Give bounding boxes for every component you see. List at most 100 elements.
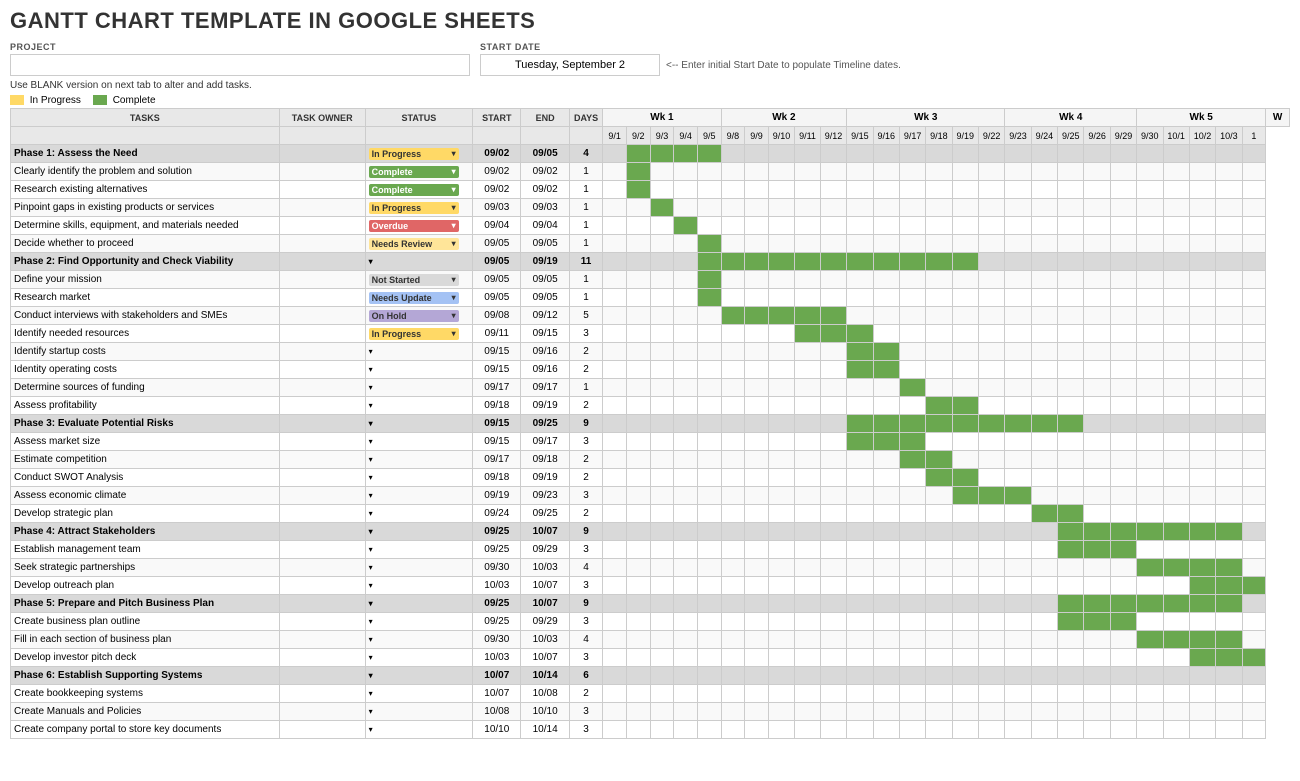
bar-cell xyxy=(1216,271,1242,289)
status-cell[interactable]: ▾ xyxy=(365,505,472,523)
dropdown-arrow-icon[interactable]: ▾ xyxy=(369,725,373,734)
dropdown-arrow-icon[interactable]: ▾ xyxy=(369,473,373,482)
dropdown-arrow-icon[interactable]: ▾ xyxy=(452,329,456,338)
status-cell[interactable]: ▾ xyxy=(365,397,472,415)
bar-cell xyxy=(926,631,952,649)
owner-cell xyxy=(279,703,365,721)
bar-cell xyxy=(1137,703,1163,721)
status-cell[interactable]: ▾ xyxy=(365,559,472,577)
dropdown-arrow-icon[interactable]: ▾ xyxy=(452,275,456,284)
dropdown-arrow-icon[interactable]: ▾ xyxy=(369,599,373,608)
status-cell[interactable]: Needs Review▾ xyxy=(365,235,472,253)
dropdown-arrow-icon[interactable]: ▾ xyxy=(369,581,373,590)
bar-cell xyxy=(1242,469,1266,487)
status-cell[interactable]: ▾ xyxy=(365,253,472,271)
status-cell[interactable]: ▾ xyxy=(365,631,472,649)
status-cell[interactable]: Complete▾ xyxy=(365,163,472,181)
dropdown-arrow-icon[interactable]: ▾ xyxy=(369,347,373,356)
dropdown-arrow-icon[interactable]: ▾ xyxy=(369,455,373,464)
bar-cell xyxy=(674,181,698,199)
status-cell[interactable]: ▾ xyxy=(365,487,472,505)
bar-cell xyxy=(626,397,650,415)
bar-cell xyxy=(1242,271,1266,289)
bar-cell xyxy=(1163,595,1189,613)
status-cell[interactable]: ▾ xyxy=(365,577,472,595)
status-cell[interactable]: ▾ xyxy=(365,595,472,613)
dropdown-arrow-icon[interactable]: ▾ xyxy=(452,311,456,320)
dropdown-arrow-icon[interactable]: ▾ xyxy=(452,185,456,194)
bar-cell xyxy=(745,523,769,541)
dropdown-arrow-icon[interactable]: ▾ xyxy=(452,221,456,230)
status-cell[interactable]: ▾ xyxy=(365,667,472,685)
status-cell[interactable]: ▾ xyxy=(365,685,472,703)
bar-cell xyxy=(650,685,674,703)
status-cell[interactable]: ▾ xyxy=(365,379,472,397)
dropdown-arrow-icon[interactable]: ▾ xyxy=(452,149,456,158)
dropdown-arrow-icon[interactable]: ▾ xyxy=(369,383,373,392)
dropdown-arrow-icon[interactable]: ▾ xyxy=(369,257,373,266)
dropdown-arrow-icon[interactable]: ▾ xyxy=(369,653,373,662)
status-cell[interactable]: ▾ xyxy=(365,343,472,361)
status-cell[interactable]: ▾ xyxy=(365,721,472,739)
start-cell: 09/25 xyxy=(473,613,521,631)
dropdown-arrow-icon[interactable]: ▾ xyxy=(369,437,373,446)
bar-cell xyxy=(1110,559,1136,577)
dropdown-arrow-icon[interactable]: ▾ xyxy=(369,365,373,374)
wk5-header: Wk 5 xyxy=(1137,109,1266,127)
status-cell[interactable]: ▾ xyxy=(365,541,472,559)
status-cell[interactable]: ▾ xyxy=(365,415,472,433)
dropdown-arrow-icon[interactable]: ▾ xyxy=(369,617,373,626)
status-cell[interactable]: ▾ xyxy=(365,433,472,451)
bar-cell xyxy=(1005,523,1031,541)
dropdown-arrow-icon[interactable]: ▾ xyxy=(369,635,373,644)
dropdown-arrow-icon[interactable]: ▾ xyxy=(369,509,373,518)
status-cell[interactable]: ▾ xyxy=(365,361,472,379)
status-cell[interactable]: ▾ xyxy=(365,649,472,667)
bar-cell xyxy=(1031,397,1057,415)
bar-cell xyxy=(1216,649,1242,667)
dropdown-arrow-icon[interactable]: ▾ xyxy=(369,545,373,554)
bar-cell xyxy=(745,469,769,487)
dropdown-arrow-icon[interactable]: ▾ xyxy=(369,689,373,698)
bar-cell xyxy=(650,487,674,505)
bar-cell xyxy=(1058,325,1084,343)
bar-cell xyxy=(1163,541,1189,559)
status-cell[interactable]: ▾ xyxy=(365,451,472,469)
dropdown-arrow-icon[interactable]: ▾ xyxy=(369,707,373,716)
bar-cell xyxy=(721,343,745,361)
dropdown-arrow-icon[interactable]: ▾ xyxy=(369,671,373,680)
dropdown-arrow-icon[interactable]: ▾ xyxy=(369,527,373,536)
status-cell[interactable]: Complete▾ xyxy=(365,181,472,199)
owner-cell xyxy=(279,505,365,523)
dropdown-arrow-icon[interactable]: ▾ xyxy=(452,167,456,176)
dropdown-arrow-icon[interactable]: ▾ xyxy=(452,293,456,302)
bar-cell xyxy=(820,649,846,667)
status-header: STATUS xyxy=(365,109,472,127)
bar-cell xyxy=(1163,307,1189,325)
project-input[interactable] xyxy=(10,54,470,76)
bar-cell xyxy=(1005,163,1031,181)
owner-cell xyxy=(279,613,365,631)
dropdown-arrow-icon[interactable]: ▾ xyxy=(369,401,373,410)
status-day-header xyxy=(365,127,472,145)
days-cell: 3 xyxy=(569,433,603,451)
dropdown-arrow-icon[interactable]: ▾ xyxy=(369,419,373,428)
status-cell[interactable]: In Progress▾ xyxy=(365,145,472,163)
status-cell[interactable]: ▾ xyxy=(365,469,472,487)
bar-cell xyxy=(745,559,769,577)
status-cell[interactable]: Needs Update▾ xyxy=(365,289,472,307)
dropdown-arrow-icon[interactable]: ▾ xyxy=(452,203,456,212)
status-cell[interactable]: ▾ xyxy=(365,613,472,631)
status-cell[interactable]: Overdue▾ xyxy=(365,217,472,235)
bar-cell xyxy=(1189,685,1215,703)
dropdown-arrow-icon[interactable]: ▾ xyxy=(452,239,456,248)
status-cell[interactable]: In Progress▾ xyxy=(365,199,472,217)
start-date-input[interactable] xyxy=(480,54,660,76)
dropdown-arrow-icon[interactable]: ▾ xyxy=(369,491,373,500)
status-cell[interactable]: ▾ xyxy=(365,523,472,541)
dropdown-arrow-icon[interactable]: ▾ xyxy=(369,563,373,572)
status-cell[interactable]: In Progress▾ xyxy=(365,325,472,343)
status-cell[interactable]: Not Started▾ xyxy=(365,271,472,289)
status-cell[interactable]: On Hold▾ xyxy=(365,307,472,325)
status-cell[interactable]: ▾ xyxy=(365,703,472,721)
